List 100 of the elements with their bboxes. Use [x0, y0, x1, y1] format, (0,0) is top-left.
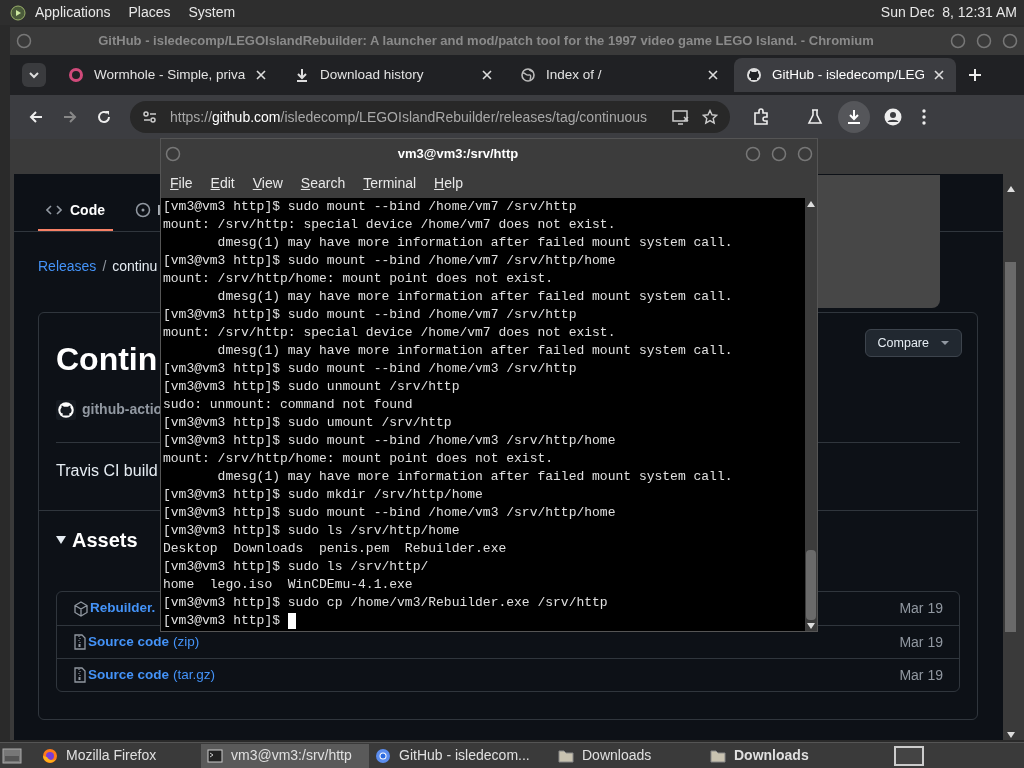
- download-icon: [294, 67, 310, 83]
- maximize-button-icon[interactable]: [771, 146, 787, 162]
- folder-icon: [558, 747, 574, 764]
- terminal-line: mount: /srv/http/home: mount point does not exist.: [163, 270, 554, 288]
- octocat-icon: [746, 67, 762, 83]
- release-title: Contin: [56, 340, 158, 379]
- tab-list-button[interactable]: [22, 63, 46, 87]
- scrollbar-thumb[interactable]: [1005, 262, 1016, 632]
- terminal-line: mount: /srv/http: special device /home/vm7 does not exist.: [163, 324, 616, 342]
- terminal-line: [vm3@vm3 http]$ sudo mkdir /srv/http/home: [163, 486, 483, 504]
- new-tab-icon[interactable]: [968, 68, 982, 82]
- browser-tab[interactable]: GitHub - isledecomp/LEG: [734, 58, 956, 92]
- taskbar-button[interactable]: GitHub - isledecom...: [369, 743, 552, 768]
- scrollbar-thumb[interactable]: [806, 550, 816, 620]
- close-icon[interactable]: [934, 70, 944, 80]
- show-desktop-icon[interactable]: [2, 746, 22, 765]
- close-icon[interactable]: [482, 70, 492, 80]
- zip-file-icon: [73, 667, 87, 683]
- octocat-avatar-icon: [56, 399, 76, 420]
- star-icon[interactable]: [702, 109, 718, 125]
- window-title: vm3@vm3:/srv/http: [396, 145, 520, 164]
- browser-tab[interactable]: Download history: [282, 58, 504, 92]
- terminal-line: [vm3@vm3 http]$ sudo ls /srv/http/: [163, 558, 429, 576]
- asset-link[interactable]: Rebuilder.: [90, 598, 156, 619]
- terminal-line: [vm3@vm3 http]$ sudo mount --bind /home/vm7 /srv/http: [163, 306, 577, 324]
- address-bar[interactable]: https://github.com/isledecomp/LEGOIslandRebuilder/releases/tag/continuous: [130, 101, 730, 133]
- asset-link[interactable]: Source code (tar.gz): [88, 664, 216, 686]
- window-menu-icon[interactable]: [165, 146, 181, 162]
- terminal-line: dmesg(1) may have more information after failed mount system call.: [216, 288, 733, 306]
- browser-tab[interactable]: Wormhole - Simple, priva: [56, 58, 278, 92]
- terminal-line: Desktop Downloads penis.pem Rebuilder.exe: [163, 540, 507, 558]
- clock: Sun Dec 8, 12:31 AM: [880, 3, 1017, 22]
- scroll-down-icon[interactable]: [1006, 732, 1015, 738]
- close-button-icon[interactable]: [1002, 33, 1018, 49]
- window-title: GitHub - isledecomp/LEGOIslandRebuilder: A launcher and mod/patch tool for the 1997 video game LEGO Island. - Chromium: [97, 32, 875, 51]
- window-button-icon[interactable]: [16, 33, 32, 49]
- close-icon[interactable]: [708, 70, 718, 80]
- release-notes: Travis CI build: [56, 461, 158, 481]
- terminal-line: mount: /srv/http: special device /home/vm7 does not exist.: [163, 216, 616, 234]
- site-settings-icon[interactable]: [142, 109, 158, 125]
- taskbar-button[interactable]: Mozilla Firefox: [36, 743, 201, 768]
- issue-icon: [135, 202, 151, 218]
- scroll-up-icon[interactable]: [1006, 186, 1015, 192]
- scroll-down-icon[interactable]: [807, 623, 815, 629]
- workspace-switcher[interactable]: [894, 745, 924, 766]
- assets-heading[interactable]: Assets: [72, 525, 138, 555]
- menu-item[interactable]: Help: [434, 173, 463, 194]
- close-button-icon[interactable]: [797, 146, 813, 162]
- back-icon[interactable]: [28, 109, 44, 125]
- triangle-down-icon[interactable]: [56, 536, 66, 544]
- breadcrumb-current: continu: [112, 257, 158, 276]
- profile-icon[interactable]: [884, 108, 902, 126]
- taskbar-button[interactable]: Downloads: [704, 743, 884, 768]
- terminal-line: mount: /srv/http/home: mount point does not exist.: [163, 450, 554, 468]
- terminal-line: home lego.iso WinCDEmu-4.1.exe: [163, 576, 413, 594]
- terminal-line: [vm3@vm3 http]$ sudo unmount /srv/http: [163, 378, 460, 396]
- chromium-icon: [375, 747, 391, 764]
- repo-nav-tab[interactable]: Code: [38, 191, 113, 231]
- extensions-icon[interactable]: [752, 108, 770, 126]
- terminal-line: [vm3@vm3 http]$ sudo mount --bind /home/vm3 /srv/http: [163, 360, 577, 378]
- terminal-line: sudo: unmount: command not found: [163, 396, 413, 414]
- menu-item[interactable]: File: [170, 173, 193, 194]
- panel-menu[interactable]: System: [187, 2, 237, 23]
- menu-item[interactable]: View: [252, 173, 283, 194]
- forward-icon[interactable]: [62, 109, 78, 125]
- scrollbar[interactable]: [805, 198, 817, 631]
- maximize-button-icon[interactable]: [976, 33, 992, 49]
- downloads-button[interactable]: [838, 101, 870, 133]
- flask-icon[interactable]: [806, 108, 824, 126]
- repo-nav-tab[interactable]: I: [127, 191, 161, 231]
- asset-link[interactable]: Source code (zip): [88, 631, 200, 653]
- breadcrumb-link[interactable]: Releases: [38, 256, 97, 277]
- browser-tab[interactable]: Index of /: [508, 58, 730, 92]
- more-menu-icon[interactable]: [922, 109, 926, 125]
- compare-button[interactable]: Compare: [864, 329, 962, 357]
- asset-date: Mar 19: [899, 632, 943, 652]
- package-icon: [73, 600, 89, 617]
- reload-icon[interactable]: [96, 109, 112, 125]
- terminal-line: dmesg(1) may have more information after failed mount system call.: [216, 342, 733, 360]
- menu-item[interactable]: Search: [300, 173, 346, 194]
- terminal-line: [vm3@vm3 http]$ sudo mount --bind /home/vm7 /srv/http: [163, 198, 577, 216]
- scroll-up-icon[interactable]: [807, 201, 815, 207]
- taskbar-button[interactable]: vm3@vm3:/srv/http: [201, 743, 369, 768]
- menu-item[interactable]: Edit: [210, 173, 235, 194]
- taskbar-button[interactable]: Downloads: [552, 743, 704, 768]
- asset-date: Mar 19: [899, 599, 943, 618]
- menu-item[interactable]: Terminal: [363, 173, 417, 194]
- terminal-line: [vm3@vm3 http]$ sudo umount /srv/http: [163, 414, 452, 432]
- terminal-line: [vm3@vm3 http]$ sudo mount --bind /home/vm3 /srv/http/home: [163, 504, 616, 522]
- minimize-button-icon[interactable]: [950, 33, 966, 49]
- install-app-icon[interactable]: [672, 109, 690, 125]
- panel-menu[interactable]: Applications: [34, 2, 112, 23]
- minimize-button-icon[interactable]: [745, 146, 761, 162]
- author-name[interactable]: github-actio: [82, 399, 163, 420]
- folder-icon: [710, 747, 726, 764]
- foot-logo-icon[interactable]: [10, 4, 26, 21]
- panel-menu[interactable]: Places: [127, 2, 172, 23]
- globe-icon: [520, 67, 536, 83]
- ring-icon: [68, 67, 84, 83]
- close-icon[interactable]: [256, 70, 266, 80]
